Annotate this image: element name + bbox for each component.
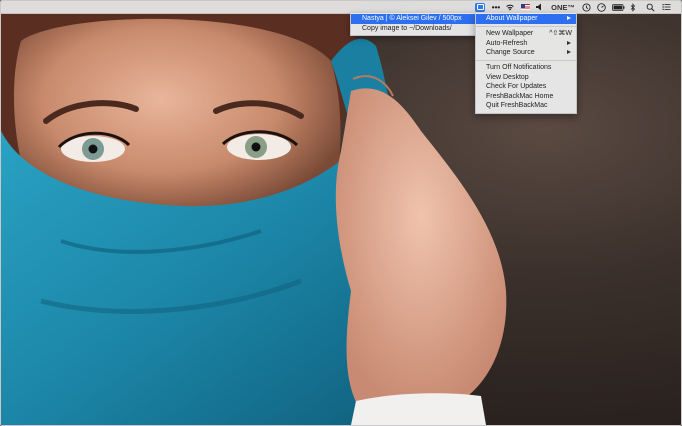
clock-icon[interactable] bbox=[595, 1, 607, 13]
menu-bar: ••• ONE™ bbox=[1, 1, 681, 14]
freshback-menu: About Wallpaper New Wallpaper ^⇧⌘W Auto-… bbox=[475, 13, 577, 114]
list-icon[interactable] bbox=[660, 1, 672, 13]
submenu-arrow-icon bbox=[567, 40, 571, 45]
desktop-wallpaper bbox=[1, 1, 681, 425]
one-menu-item[interactable]: ONE™ bbox=[549, 1, 577, 13]
submenu-arrow-icon bbox=[567, 16, 571, 20]
desktop-frame: ••• ONE™ Nastya | © Aleksei Gilev / 500p… bbox=[0, 0, 682, 426]
menu-item-change-source[interactable]: Change Source bbox=[476, 48, 576, 58]
wifi-icon[interactable] bbox=[504, 1, 516, 13]
wallpaper-photo bbox=[1, 1, 507, 425]
menu-item-label: About Wallpaper bbox=[486, 15, 538, 22]
submenu-arrow-icon bbox=[567, 50, 571, 54]
menu-item-shortcut: ^⇧⌘W bbox=[549, 30, 572, 37]
menu-item-auto-refresh[interactable]: Auto-Refresh bbox=[476, 39, 576, 49]
bluetooth-icon[interactable] bbox=[628, 1, 638, 13]
freshback-status-icon[interactable] bbox=[473, 1, 487, 13]
time-machine-icon[interactable] bbox=[580, 1, 592, 13]
menu-divider bbox=[476, 25, 576, 27]
menu-divider bbox=[476, 59, 576, 61]
menu-item-about-wallpaper[interactable]: About Wallpaper bbox=[476, 14, 576, 24]
menu-item-label: New Wallpaper bbox=[486, 30, 534, 37]
menu-item-quit[interactable]: Quit FreshBackMac bbox=[476, 101, 576, 111]
volume-icon[interactable] bbox=[533, 1, 545, 13]
about-wallpaper-submenu: Nastya | © Aleksei Gilev / 500px Copy im… bbox=[350, 13, 477, 36]
menu-item-new-wallpaper[interactable]: New Wallpaper ^⇧⌘W bbox=[476, 29, 576, 39]
menu-item-check-for-updates[interactable]: Check For Updates bbox=[476, 82, 576, 92]
battery-icon[interactable] bbox=[611, 1, 625, 13]
wallpaper-credit-item[interactable]: Nastya | © Aleksei Gilev / 500px bbox=[351, 14, 476, 24]
menu-item-freshbackmac-home[interactable]: FreshBackMac Home bbox=[476, 92, 576, 102]
menu-item-label: Auto-Refresh bbox=[486, 39, 528, 47]
menu-item-label: Change Source bbox=[486, 49, 535, 56]
copy-image-item[interactable]: Copy image to ~/Downloads/ bbox=[351, 24, 476, 34]
more-icon[interactable]: ••• bbox=[490, 1, 502, 13]
menu-item-turn-off-notifications[interactable]: Turn Off Notifications bbox=[476, 63, 576, 73]
menu-item-view-desktop[interactable]: View Desktop bbox=[476, 73, 576, 83]
search-icon[interactable] bbox=[644, 1, 656, 13]
flag-us-icon[interactable] bbox=[519, 1, 531, 13]
